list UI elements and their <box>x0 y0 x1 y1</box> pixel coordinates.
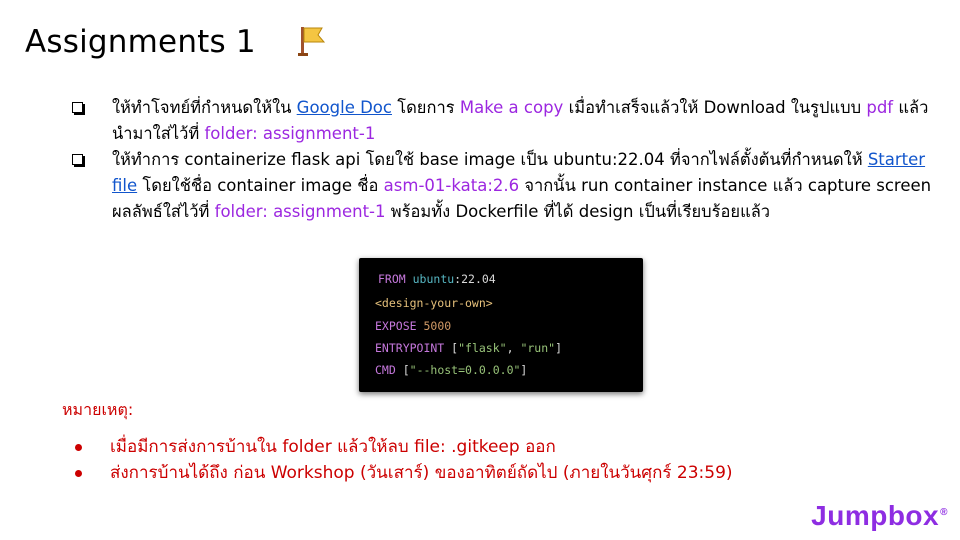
flag-icon <box>298 27 326 56</box>
dockerfile-code-block: FROM ubuntu:22.04 <design-your-own> EXPO… <box>359 258 643 392</box>
code-line-5: CMD ["--host=0.0.0.0"] <box>375 363 528 377</box>
task-list: ให้ทำโจทย์ที่กำหนดให้ใน Google Doc โดยกา… <box>68 95 948 225</box>
note-item-1: เมื่อมีการส่งการบ้านใน folder แล้วให้ลบ … <box>70 434 930 460</box>
checkbox-bullet-icon <box>72 154 83 165</box>
code-line-3: EXPOSE 5000 <box>375 319 452 333</box>
task-item-2: ให้ทำการ containerize flask api โดยใช้ b… <box>68 147 948 225</box>
task-2-text: ให้ทำการ containerize flask api โดยใช้ b… <box>112 150 932 221</box>
jumpbox-logo: Jumpbox® <box>811 500 948 531</box>
task-item-1: ให้ทำโจทย์ที่กำหนดให้ใน Google Doc โดยกา… <box>68 95 948 147</box>
google-doc-link[interactable]: Google Doc <box>297 98 392 117</box>
code-line-4: ENTRYPOINT ["flask", "run"] <box>375 341 562 355</box>
slide-title: Assignments 1 <box>25 24 256 60</box>
code-line-2: <design-your-own> <box>375 296 493 310</box>
notes-list: เมื่อมีการส่งการบ้านใน folder แล้วให้ลบ … <box>70 434 930 486</box>
bullet-dot-icon <box>75 470 82 477</box>
code-line-1: FROM ubuntu:22.04 <box>378 272 496 286</box>
task-1-text: ให้ทำโจทย์ที่กำหนดให้ใน Google Doc โดยกา… <box>112 98 929 143</box>
notes-title: หมายเหตุ: <box>62 400 134 419</box>
bullet-dot-icon <box>75 444 82 451</box>
note-item-2: ส่งการบ้านได้ถึง ก่อน Workshop (วันเสาร์… <box>70 460 930 486</box>
checkbox-bullet-icon <box>72 102 83 113</box>
